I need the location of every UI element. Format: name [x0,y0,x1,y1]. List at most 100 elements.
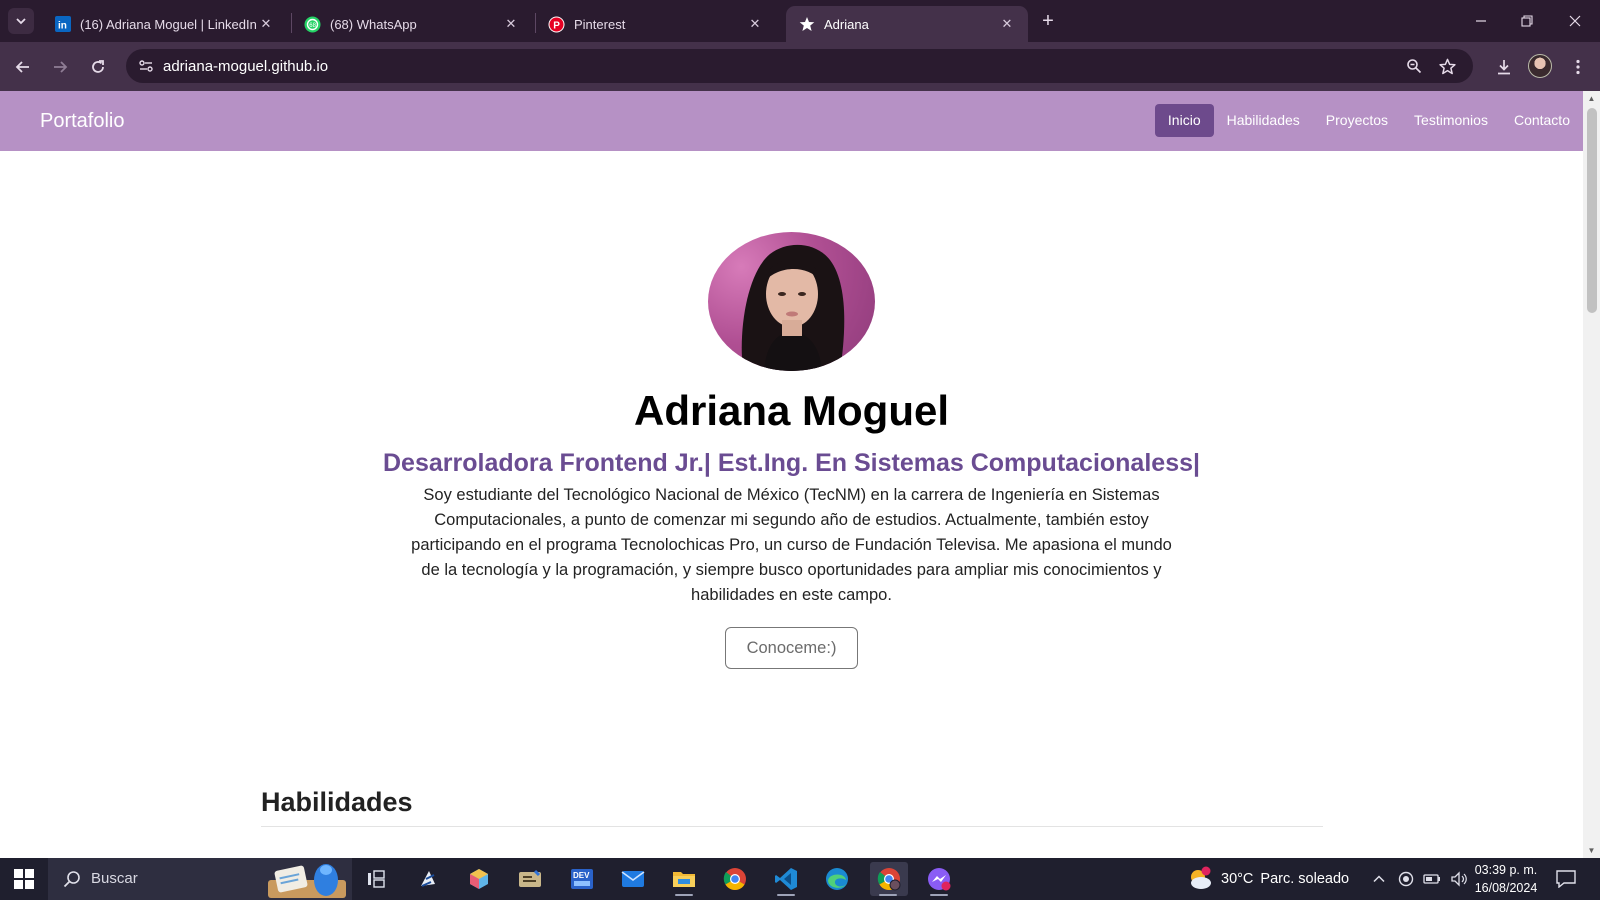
browser-tabstrip: in (16) Adriana Moguel | LinkedIn ✕ 68 (… [0,0,1600,42]
weather-temp: 30°C [1221,871,1254,887]
mail-icon[interactable] [615,862,651,896]
close-tab-icon[interactable]: ✕ [998,15,1016,33]
reload-icon [92,60,104,73]
close-tab-icon[interactable]: ✕ [746,15,764,33]
reload-button[interactable] [85,54,111,80]
nav-item-proyectos[interactable]: Proyectos [1313,104,1401,137]
linkedin-icon: in [54,16,71,33]
profile-avatar[interactable] [1528,54,1552,78]
svg-text:P: P [553,20,560,31]
zoom-icon[interactable] [1402,54,1426,78]
battery-icon[interactable] [1423,872,1441,886]
page-viewport: Portafolio Inicio Habilidades Proyectos … [0,91,1583,858]
arrow-left-icon [15,61,29,73]
restore-icon [1521,15,1533,27]
task-view-icon[interactable] [359,862,395,896]
weather-widget[interactable]: 30°C Parc. soleado [1187,858,1349,900]
file-explorer-icon[interactable] [666,862,702,896]
nav-item-testimonios[interactable]: Testimonios [1401,104,1501,137]
tab-linkedin[interactable]: in (16) Adriana Moguel | LinkedIn ✕ [42,6,287,42]
svg-text:DEV: DEV [573,871,590,880]
location-icon[interactable] [1398,871,1414,887]
address-bar[interactable]: adriana-moguel.github.io [126,49,1473,83]
bookmark-star-icon[interactable] [1435,54,1459,78]
windows-logo-icon [14,869,34,889]
conoceme-button[interactable]: Conoceme:) [725,627,858,669]
tab-pinterest[interactable]: P Pinterest ✕ [536,6,776,42]
star-favicon-icon [798,16,815,33]
pinterest-icon: P [548,16,565,33]
tab-title: Pinterest [574,16,626,32]
clock-date: 16/08/2024 [1474,881,1538,895]
chevron-up-icon[interactable] [1372,872,1386,886]
more-vertical-icon [1576,59,1580,75]
site-brand[interactable]: Portafolio [40,110,125,133]
start-button[interactable] [9,865,39,893]
browser-toolbar: adriana-moguel.github.io [0,42,1600,91]
page-scrollbar[interactable]: ▲ ▼ [1583,91,1600,858]
taskbar-search[interactable]: Buscar [48,858,352,900]
tab-title: (16) Adriana Moguel | LinkedIn [80,16,257,32]
cube-app-icon[interactable] [461,862,497,896]
minimize-button[interactable] [1458,0,1504,42]
tab-title: Adriana [824,16,869,32]
profile-photo [708,232,875,371]
new-tab-button[interactable]: + [1036,9,1060,33]
hero-bio: Soy estudiante del Tecnológico Nacional … [411,486,1172,604]
running-indicator [879,894,897,896]
code-editor-icon[interactable] [512,862,548,896]
site-info-icon[interactable] [134,54,158,78]
chevron-down-icon [16,18,26,25]
windows-taskbar: Buscar DEV 30°C Parc. soleado 03:39 p. m… [0,858,1600,900]
search-highlight-illustration-icon [268,864,346,898]
weather-partly-sunny-icon [1191,866,1211,889]
tab-adriana[interactable]: Adriana ✕ [786,6,1028,42]
forward-button[interactable] [47,54,73,80]
weather-condition: Parc. soleado [1260,871,1350,887]
hero-subtitle: Desarroladora Frontend Jr.| Est.Ing. En … [383,449,1200,477]
nav-item-inicio[interactable]: Inicio [1154,104,1214,137]
volume-icon[interactable] [1450,871,1468,887]
close-icon [1569,15,1581,27]
close-tab-icon[interactable]: ✕ [257,15,275,33]
hero-name: Adriana Moguel [633,387,950,434]
skills-section-title: Habilidades [261,787,413,817]
back-button[interactable] [10,54,36,80]
tab-title: (68) WhatsApp [330,16,417,32]
scrollbar-thumb[interactable] [1587,108,1597,313]
close-window-button[interactable] [1552,0,1598,42]
running-indicator [675,894,693,896]
svg-text:in: in [58,21,67,32]
chrome-profile-icon[interactable] [870,862,908,896]
notifications-button[interactable] [1556,858,1576,900]
chrome-icon[interactable] [717,862,753,896]
nav-item-habilidades[interactable]: Habilidades [1214,104,1313,137]
tab-whatsapp[interactable]: 68 (68) WhatsApp ✕ [292,6,532,42]
messenger-icon[interactable] [921,862,957,896]
running-indicator [930,894,948,896]
close-tab-icon[interactable]: ✕ [502,15,520,33]
browser-menu-button[interactable] [1565,54,1591,80]
section-divider [261,826,1323,827]
tab-search-button[interactable] [8,8,34,34]
downloads-button[interactable] [1491,54,1517,80]
scroll-up-icon[interactable]: ▲ [1587,94,1596,103]
restore-button[interactable] [1504,0,1550,42]
taskbar-clock[interactable]: 03:39 p. m. 16/08/2024 [1472,861,1540,897]
search-icon [62,869,82,889]
search-placeholder: Buscar [91,870,138,887]
dev-home-icon[interactable]: DEV [564,862,600,896]
notification-chat-icon [1556,870,1576,888]
url-text: adriana-moguel.github.io [163,58,329,75]
system-tray [1372,858,1468,900]
edge-icon[interactable] [819,862,855,896]
download-icon [1498,60,1510,75]
vscode-icon[interactable] [768,862,804,896]
whatsapp-icon: 68 [304,16,321,33]
nav-links: Inicio Habilidades Proyectos Testimonios… [1154,104,1583,137]
clock-time: 03:39 p. m. [1474,863,1538,877]
nav-item-contacto[interactable]: Contacto [1501,104,1583,137]
scroll-down-icon[interactable]: ▼ [1587,846,1596,855]
arrow-right-icon [54,61,68,73]
inkscape-icon[interactable] [410,862,446,896]
